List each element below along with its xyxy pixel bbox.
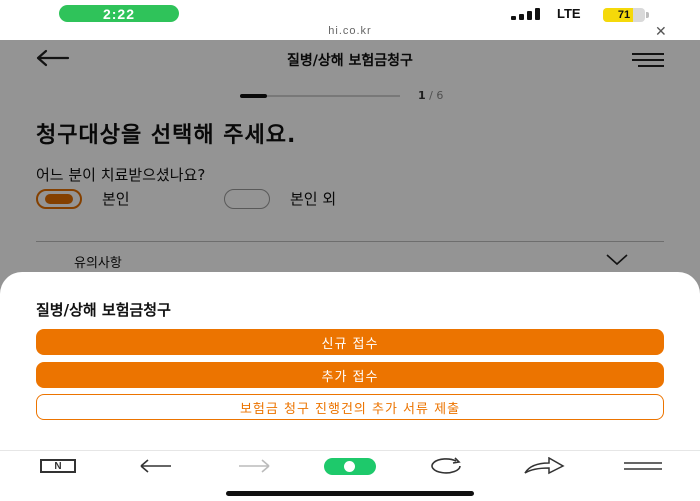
clock: 2:22 [59,5,179,22]
new-claim-button[interactable]: 신규 접수 [36,329,664,355]
forward-icon[interactable] [236,451,272,481]
status-bar: 2:22 LTE 71 hi.co.kr ✕ [0,0,700,40]
sheet-title: 질병/상해 보험금청구 [36,301,171,319]
home-indicator [226,491,474,496]
additional-claim-button[interactable]: 추가 접수 [36,362,664,388]
back-icon[interactable] [138,451,174,481]
share-icon[interactable] [522,451,566,481]
submit-documents-button[interactable]: 보험금 청구 진행건의 추가 서류 제출 [36,394,664,420]
network-type: LTE [557,6,581,21]
naver-icon[interactable]: N [38,451,78,481]
naver-label: N [40,459,76,473]
signal-icon [511,8,549,20]
close-icon[interactable]: ✕ [655,24,667,40]
battery-percent: 71 [617,9,631,21]
address-bar-url[interactable]: hi.co.kr [0,25,700,37]
refresh-icon[interactable] [427,451,467,481]
battery-icon: 71 [603,8,645,22]
battery-tip [646,12,649,18]
bottom-sheet: 질병/상해 보험금청구 신규 접수 추가 접수 보험금 청구 진행건의 추가 서… [0,272,700,450]
home-icon[interactable] [323,451,377,481]
menu-icon[interactable] [622,451,664,481]
